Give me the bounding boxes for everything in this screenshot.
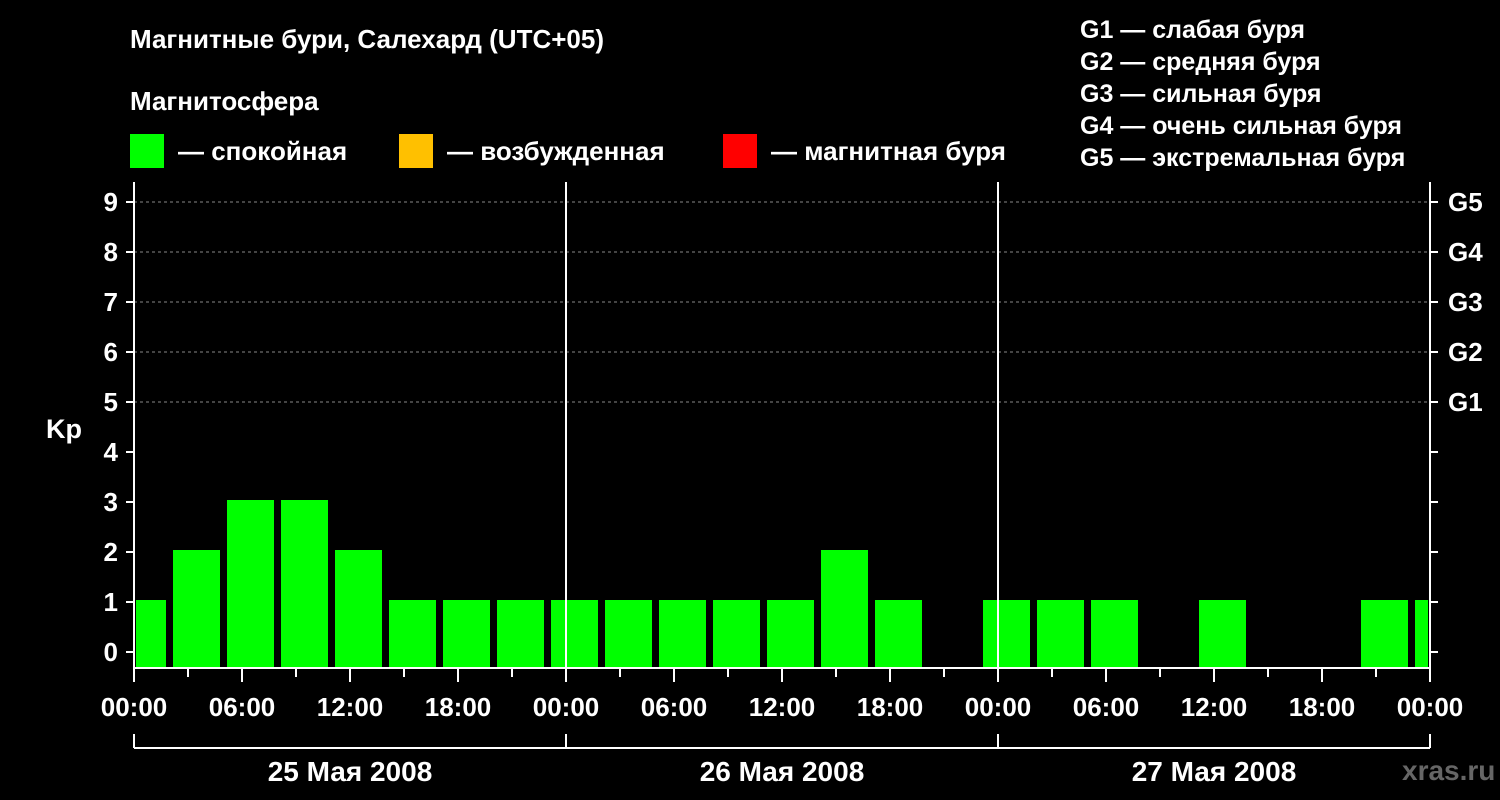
kp-bar bbox=[1199, 600, 1246, 668]
y-tick-label: 7 bbox=[104, 287, 118, 317]
kp-bar bbox=[605, 600, 652, 668]
kp-bar bbox=[983, 600, 1030, 668]
x-tick-label: 12:00 bbox=[749, 692, 816, 722]
kp-chart: 0 1 2 3 4 5 6 7 8 9 Kp G1 G2 G3 G4 G5 00:00 06:00 12:00 18:… bbox=[46, 182, 1483, 787]
y-tick-label: 1 bbox=[104, 587, 118, 617]
kp-bar bbox=[875, 600, 922, 668]
x-tick-label: 18:00 bbox=[857, 692, 924, 722]
day-label: 27 Мая 2008 bbox=[1132, 756, 1297, 787]
kp-bar bbox=[389, 600, 436, 668]
x-tick-label: 06:00 bbox=[1073, 692, 1140, 722]
kp-bar bbox=[1361, 600, 1408, 668]
x-tick-label: 12:00 bbox=[317, 692, 384, 722]
g-level-label: G4 bbox=[1448, 237, 1483, 267]
x-tick-label: 18:00 bbox=[425, 692, 492, 722]
y-tick-label: 5 bbox=[104, 387, 118, 417]
kp-bar bbox=[443, 600, 490, 668]
x-tick-label: 12:00 bbox=[1181, 692, 1248, 722]
kp-bar bbox=[551, 600, 598, 668]
g-level-label: G1 bbox=[1448, 387, 1483, 417]
y-tick-label: 8 bbox=[104, 237, 118, 267]
kp-bar bbox=[1415, 600, 1428, 668]
watermark: xras.ru bbox=[1402, 755, 1496, 786]
x-tick-label: 00:00 bbox=[1397, 692, 1464, 722]
g-level-label: G5 bbox=[1448, 187, 1483, 217]
kp-bar bbox=[136, 600, 166, 668]
kp-bar bbox=[281, 500, 328, 668]
x-tick-label: 00:00 bbox=[101, 692, 168, 722]
g-level-label: G3 bbox=[1448, 287, 1483, 317]
x-tick-label: 06:00 bbox=[209, 692, 276, 722]
y-tick-label: 2 bbox=[104, 537, 118, 567]
x-tick-label: 00:00 bbox=[965, 692, 1032, 722]
kp-bar bbox=[173, 550, 220, 668]
day-label: 26 Мая 2008 bbox=[700, 756, 865, 787]
g-level-label: G2 bbox=[1448, 337, 1483, 367]
kp-bar bbox=[659, 600, 706, 668]
day-label: 25 Мая 2008 bbox=[268, 756, 433, 787]
kp-bar bbox=[497, 600, 544, 668]
x-tick-label: 06:00 bbox=[641, 692, 708, 722]
y-tick-label: 0 bbox=[104, 637, 118, 667]
y-tick-label: 6 bbox=[104, 337, 118, 367]
y-tick-label: 9 bbox=[104, 187, 118, 217]
kp-bar bbox=[335, 550, 382, 668]
kp-bar bbox=[1091, 600, 1138, 668]
y-tick-label: 4 bbox=[104, 437, 119, 467]
y-axis-label: Kp bbox=[46, 414, 82, 444]
kp-bar bbox=[227, 500, 274, 668]
kp-bar bbox=[713, 600, 760, 668]
kp-bar bbox=[821, 550, 868, 668]
x-tick-label: 18:00 bbox=[1289, 692, 1356, 722]
kp-bar bbox=[1037, 600, 1084, 668]
kp-bar bbox=[767, 600, 814, 668]
y-tick-label: 3 bbox=[104, 487, 118, 517]
x-tick-label: 00:00 bbox=[533, 692, 600, 722]
